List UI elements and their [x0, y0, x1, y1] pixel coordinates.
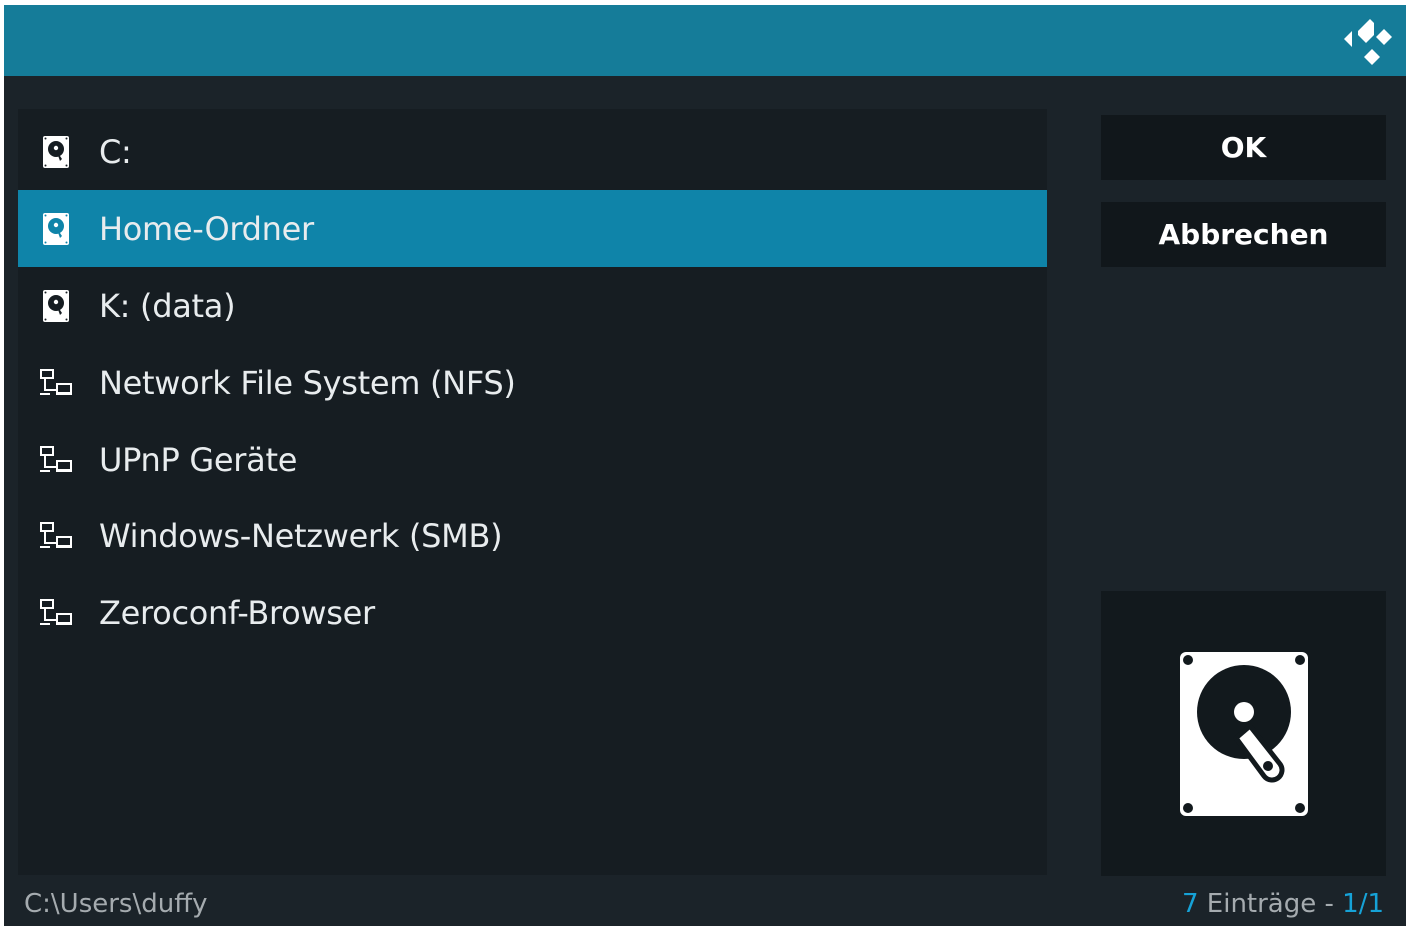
list-item-label: UPnP Geräte [99, 440, 298, 479]
list-item-label: Windows-Netzwerk (SMB) [99, 516, 503, 555]
source-list: C: Home-Ordner K: (data) Network File Sy… [18, 109, 1047, 875]
list-item-k-data[interactable]: K: (data) [18, 267, 1047, 344]
list-item-label: Zeroconf-Browser [99, 593, 375, 632]
network-icon [36, 516, 76, 556]
network-icon [36, 363, 76, 403]
file-browser-dialog: C: Home-Ordner K: (data) Network File Sy… [4, 5, 1406, 926]
harddisk-icon [1179, 651, 1308, 816]
harddisk-icon [36, 286, 76, 326]
list-item-home-folder[interactable]: Home-Ordner [18, 190, 1047, 267]
harddisk-icon [36, 132, 76, 172]
item-count-text: Einträge - [1198, 889, 1343, 919]
ok-button[interactable]: OK [1101, 115, 1386, 180]
preview-thumbnail [1101, 591, 1386, 876]
dialog-header [4, 5, 1406, 76]
list-item-label: C: [99, 132, 132, 171]
list-item-c-drive[interactable]: C: [18, 113, 1047, 190]
list-item-upnp[interactable]: UPnP Geräte [18, 421, 1047, 498]
page-indicator: 1/1 [1342, 889, 1384, 919]
list-item-smb[interactable]: Windows-Netzwerk (SMB) [18, 497, 1047, 574]
current-path: C:\Users\duffy [24, 889, 208, 919]
list-item-zeroconf[interactable]: Zeroconf-Browser [18, 574, 1047, 651]
list-item-nfs[interactable]: Network File System (NFS) [18, 344, 1047, 421]
kodi-logo-icon [1344, 19, 1392, 65]
harddisk-icon [36, 209, 76, 249]
cancel-button[interactable]: Abbrechen [1101, 202, 1386, 267]
list-item-label: K: (data) [99, 286, 236, 325]
network-icon [36, 440, 76, 480]
item-count-number: 7 [1181, 889, 1199, 919]
network-icon [36, 593, 76, 633]
item-count: 7 Einträge - 1/1 [1182, 889, 1384, 919]
list-item-label: Network File System (NFS) [99, 363, 516, 402]
list-item-label: Home-Ordner [99, 209, 314, 248]
